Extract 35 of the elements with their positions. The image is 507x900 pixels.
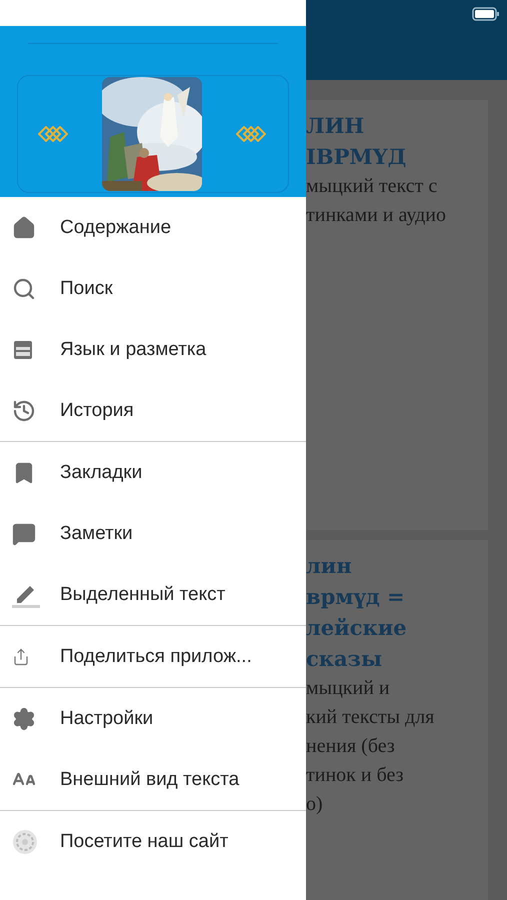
book-description: нения (без [306,734,396,759]
menu-item[interactable]: Поиск [0,258,306,319]
battery-icon [472,7,500,21]
book-title: врмүд = [306,583,406,611]
ornament-icon [38,126,68,142]
book-description: мыцкий текст с [306,174,438,199]
menu-item[interactable]: Язык и разметка [0,319,306,380]
book-title: лейские [306,614,408,642]
book-title: сказы [306,645,384,673]
menu-item[interactable]: Закладки [0,442,306,503]
menu-item[interactable]: История [0,380,306,441]
menu-item[interactable]: Выделенный текст [0,564,306,625]
menu-item[interactable]: Поделиться прилож... [0,626,306,687]
book-description: кий тексты для [306,705,436,730]
book-description: о) [306,792,324,817]
book-description: мыцкий и [306,676,391,701]
history-icon [12,398,36,422]
book-description: тинками и аудио [306,203,447,228]
share-icon [12,648,30,666]
book-title: ІВРМҮД [306,143,408,171]
search-icon [12,276,36,300]
ornament-icon [236,126,266,142]
settings-icon [12,706,36,730]
menu-item[interactable]: Посетите наш сайт [0,811,306,872]
menu-item[interactable]: Внешний вид текста [0,749,306,810]
layout-icon [12,338,34,360]
menu-item[interactable]: Настройки [0,688,306,749]
book-description: тинок и без [306,763,404,788]
home-icon [12,216,36,240]
menu-item[interactable]: Содержание [0,197,306,258]
message-icon [12,522,36,546]
menu-item[interactable]: Заметки [0,503,306,564]
emblem-icon [12,828,38,854]
book-title: лин [306,552,353,580]
book-title: ЛИН [306,112,366,140]
